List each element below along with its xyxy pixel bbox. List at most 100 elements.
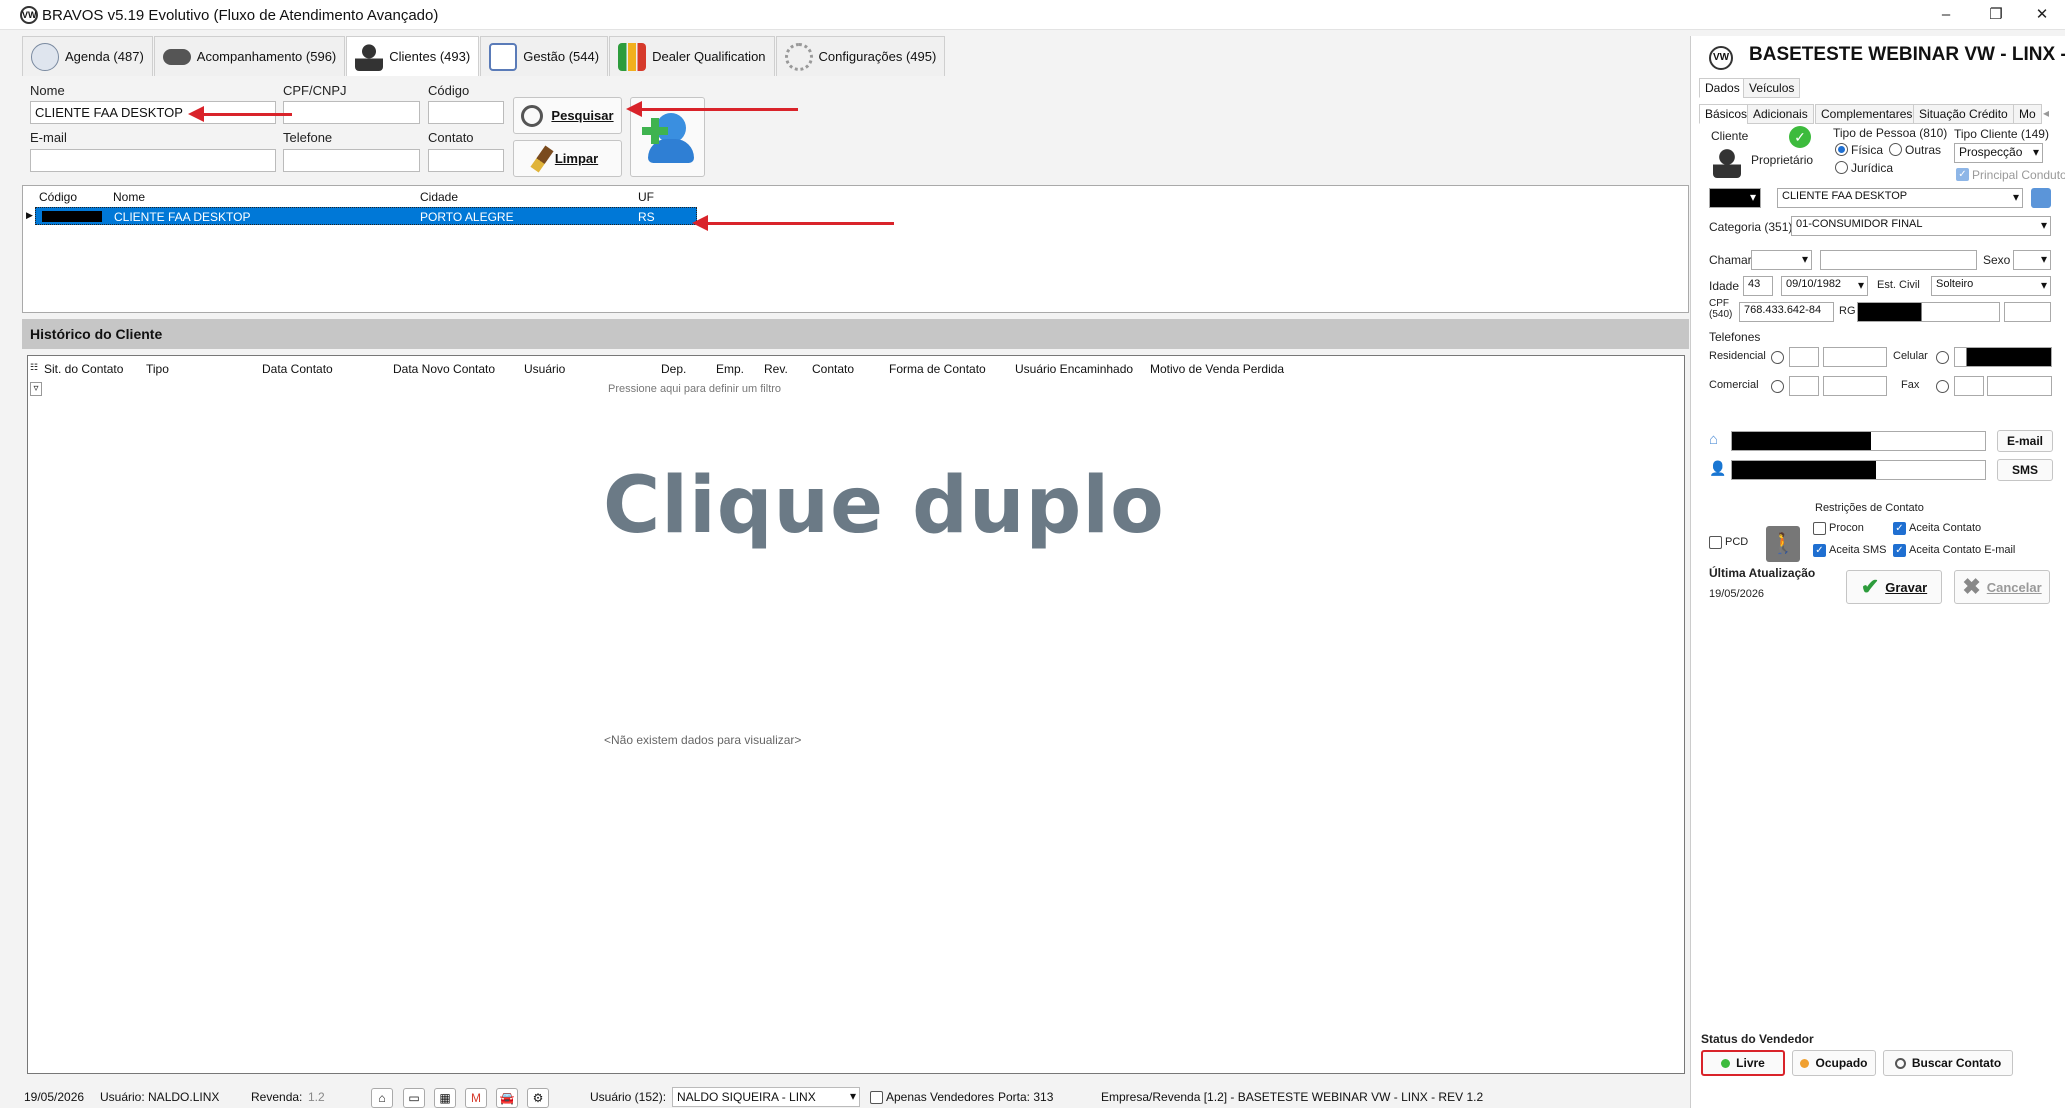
residencial-radio[interactable] bbox=[1771, 351, 1784, 364]
est-civil-select[interactable]: Solteiro bbox=[1931, 276, 2051, 296]
column-header[interactable]: Dep. bbox=[661, 362, 686, 376]
usuario-select[interactable]: NALDO SIQUEIRA - LINX bbox=[672, 1087, 860, 1107]
column-header-nome[interactable]: Nome bbox=[113, 190, 145, 204]
subtab-adicionais[interactable]: Adicionais bbox=[1747, 104, 1814, 124]
column-chooser-icon[interactable]: ☷ bbox=[30, 362, 38, 373]
codigo-input[interactable] bbox=[428, 101, 504, 124]
chamar-select[interactable] bbox=[1751, 250, 1812, 270]
comercial-ddd[interactable] bbox=[1789, 376, 1819, 396]
cancelar-button[interactable]: ✖ Cancelar bbox=[1954, 570, 2050, 604]
column-header[interactable]: Sit. do Contato bbox=[44, 362, 123, 376]
column-header[interactable]: Data Contato bbox=[262, 362, 333, 376]
home-icon[interactable]: ⌂ bbox=[371, 1088, 393, 1108]
celular-radio[interactable] bbox=[1936, 351, 1949, 364]
limpar-button[interactable]: Limpar bbox=[513, 140, 622, 177]
comercial-input[interactable] bbox=[1823, 376, 1887, 396]
categoria-select[interactable]: 01-CONSUMIDOR FINAL bbox=[1791, 216, 2051, 236]
fax-radio[interactable] bbox=[1936, 380, 1949, 393]
contato-input[interactable] bbox=[428, 149, 504, 172]
pesquisar-button[interactable]: Pesquisar bbox=[513, 97, 622, 134]
aceita-sms-checkbox[interactable]: ✓ bbox=[1813, 544, 1826, 557]
pcd-checkbox[interactable] bbox=[1709, 536, 1722, 549]
nascimento-input[interactable]: 09/10/1982 bbox=[1781, 276, 1868, 296]
cpf-input[interactable] bbox=[283, 101, 420, 124]
subtab-basicos[interactable]: Básicos bbox=[1699, 104, 1754, 124]
ocupado-button[interactable]: Ocupado bbox=[1792, 1050, 1876, 1076]
column-header-cidade[interactable]: Cidade bbox=[420, 190, 458, 204]
column-header[interactable]: Contato bbox=[812, 362, 854, 376]
tab-gestao[interactable]: Gestão (544) bbox=[480, 36, 609, 76]
column-header[interactable]: Data Novo Contato bbox=[393, 362, 495, 376]
filter-icon[interactable]: ▿ bbox=[30, 382, 42, 396]
residencial-input[interactable] bbox=[1823, 347, 1887, 367]
fisica-radio[interactable] bbox=[1835, 143, 1848, 156]
column-header-codigo[interactable]: Código bbox=[39, 190, 77, 204]
column-header[interactable]: Emp. bbox=[716, 362, 744, 376]
user-search-icon[interactable] bbox=[2031, 188, 2051, 208]
fax-input[interactable] bbox=[1987, 376, 2052, 396]
column-header-uf[interactable]: UF bbox=[638, 190, 654, 204]
juridica-radio[interactable] bbox=[1835, 161, 1848, 174]
orgao-input[interactable] bbox=[2004, 302, 2051, 322]
column-header[interactable]: Tipo bbox=[146, 362, 169, 376]
minimize-button[interactable]: – bbox=[1924, 4, 1968, 26]
outras-radio[interactable] bbox=[1889, 143, 1902, 156]
nome-select[interactable]: CLIENTE FAA DESKTOP bbox=[1777, 188, 2023, 208]
column-header[interactable]: Usuário Encaminhado bbox=[1015, 362, 1133, 376]
subtab-situacao-credito[interactable]: Situação Crédito bbox=[1913, 104, 2014, 124]
table-icon[interactable]: ▦ bbox=[434, 1088, 456, 1108]
residencial-ddd[interactable] bbox=[1789, 347, 1819, 367]
tipo-cliente-select[interactable]: Prospecção bbox=[1954, 143, 2043, 163]
fax-ddd[interactable] bbox=[1954, 376, 1984, 396]
history-grid[interactable]: ☷ Sit. do Contato Tipo Data Contato Data… bbox=[27, 355, 1685, 1074]
procon-checkbox[interactable] bbox=[1813, 522, 1826, 535]
rg-input[interactable] bbox=[1857, 302, 2000, 322]
tab-agenda[interactable]: Agenda (487) bbox=[22, 36, 153, 76]
principal-condutor-checkbox[interactable]: ✓ bbox=[1956, 168, 1969, 181]
tab-acompanhamento[interactable]: Acompanhamento (596) bbox=[153, 36, 346, 76]
cpf-input[interactable]: 768.433.642-84 bbox=[1739, 302, 1834, 322]
email-personal-input[interactable] bbox=[1731, 460, 1986, 480]
scroll-left-icon[interactable]: ◂ bbox=[2043, 106, 2049, 120]
user-tool-icon[interactable]: ⚙ bbox=[527, 1088, 549, 1108]
column-header[interactable]: Rev. bbox=[764, 362, 788, 376]
tab-configuracoes[interactable]: Configurações (495) bbox=[775, 36, 946, 76]
monitor-icon[interactable]: ▭ bbox=[403, 1088, 425, 1108]
sexo-select[interactable] bbox=[2013, 250, 2051, 270]
email-home-input[interactable] bbox=[1731, 431, 1986, 451]
aceita-contato-email-checkbox[interactable]: ✓ bbox=[1893, 544, 1906, 557]
results-grid[interactable]: Código Nome Cidade UF ▶ CLIENTE FAA DESK… bbox=[22, 185, 1689, 313]
subtab-mo[interactable]: Mo bbox=[2013, 104, 2042, 124]
chevron-down-icon[interactable]: ▾ bbox=[1750, 190, 1756, 204]
chamar-input[interactable] bbox=[1820, 250, 1977, 270]
car-icon[interactable]: 🚘 bbox=[496, 1088, 518, 1108]
subtab-complementares[interactable]: Complementares bbox=[1815, 104, 1919, 124]
column-header[interactable]: Usuário bbox=[524, 362, 565, 376]
aceita-contato-checkbox[interactable]: ✓ bbox=[1893, 522, 1906, 535]
gravar-button[interactable]: ✔ Gravar bbox=[1846, 570, 1942, 604]
column-header[interactable]: Motivo de Venda Perdida bbox=[1150, 362, 1284, 376]
livre-label: Livre bbox=[1736, 1056, 1765, 1070]
email-button[interactable]: E-mail bbox=[1997, 430, 2053, 452]
tab-clientes[interactable]: Clientes (493) bbox=[346, 36, 480, 76]
livre-button[interactable]: Livre bbox=[1701, 1050, 1785, 1076]
column-header[interactable]: Forma de Contato bbox=[889, 362, 986, 376]
comercial-radio[interactable] bbox=[1771, 380, 1784, 393]
close-button[interactable]: ✕ bbox=[2020, 4, 2064, 26]
restore-button[interactable]: ❐ bbox=[1974, 4, 2018, 26]
celular-input[interactable] bbox=[1954, 347, 2052, 367]
gmail-icon[interactable]: M bbox=[465, 1088, 487, 1108]
apenas-vendedores-checkbox[interactable] bbox=[870, 1091, 883, 1104]
sms-button[interactable]: SMS bbox=[1997, 459, 2053, 481]
buscar-contato-button[interactable]: Buscar Contato bbox=[1883, 1050, 2013, 1076]
filter-hint[interactable]: Pressione aqui para definir um filtro bbox=[608, 383, 781, 395]
telefone-input[interactable] bbox=[283, 149, 420, 172]
chevron-down-icon[interactable]: ▾ bbox=[850, 1089, 856, 1103]
tab-dealer-qualification[interactable]: Dealer Qualification bbox=[609, 36, 775, 76]
tab-veiculos[interactable]: Veículos bbox=[1743, 78, 1801, 98]
idade-input[interactable]: 43 bbox=[1743, 276, 1773, 296]
email-input[interactable] bbox=[30, 149, 276, 172]
table-row[interactable]: CLIENTE FAA DESKTOP PORTO ALEGRE RS bbox=[35, 207, 697, 225]
tab-dados[interactable]: Dados bbox=[1699, 78, 1746, 98]
main-tabs: Agenda (487) Acompanhamento (596) Client… bbox=[22, 36, 946, 76]
